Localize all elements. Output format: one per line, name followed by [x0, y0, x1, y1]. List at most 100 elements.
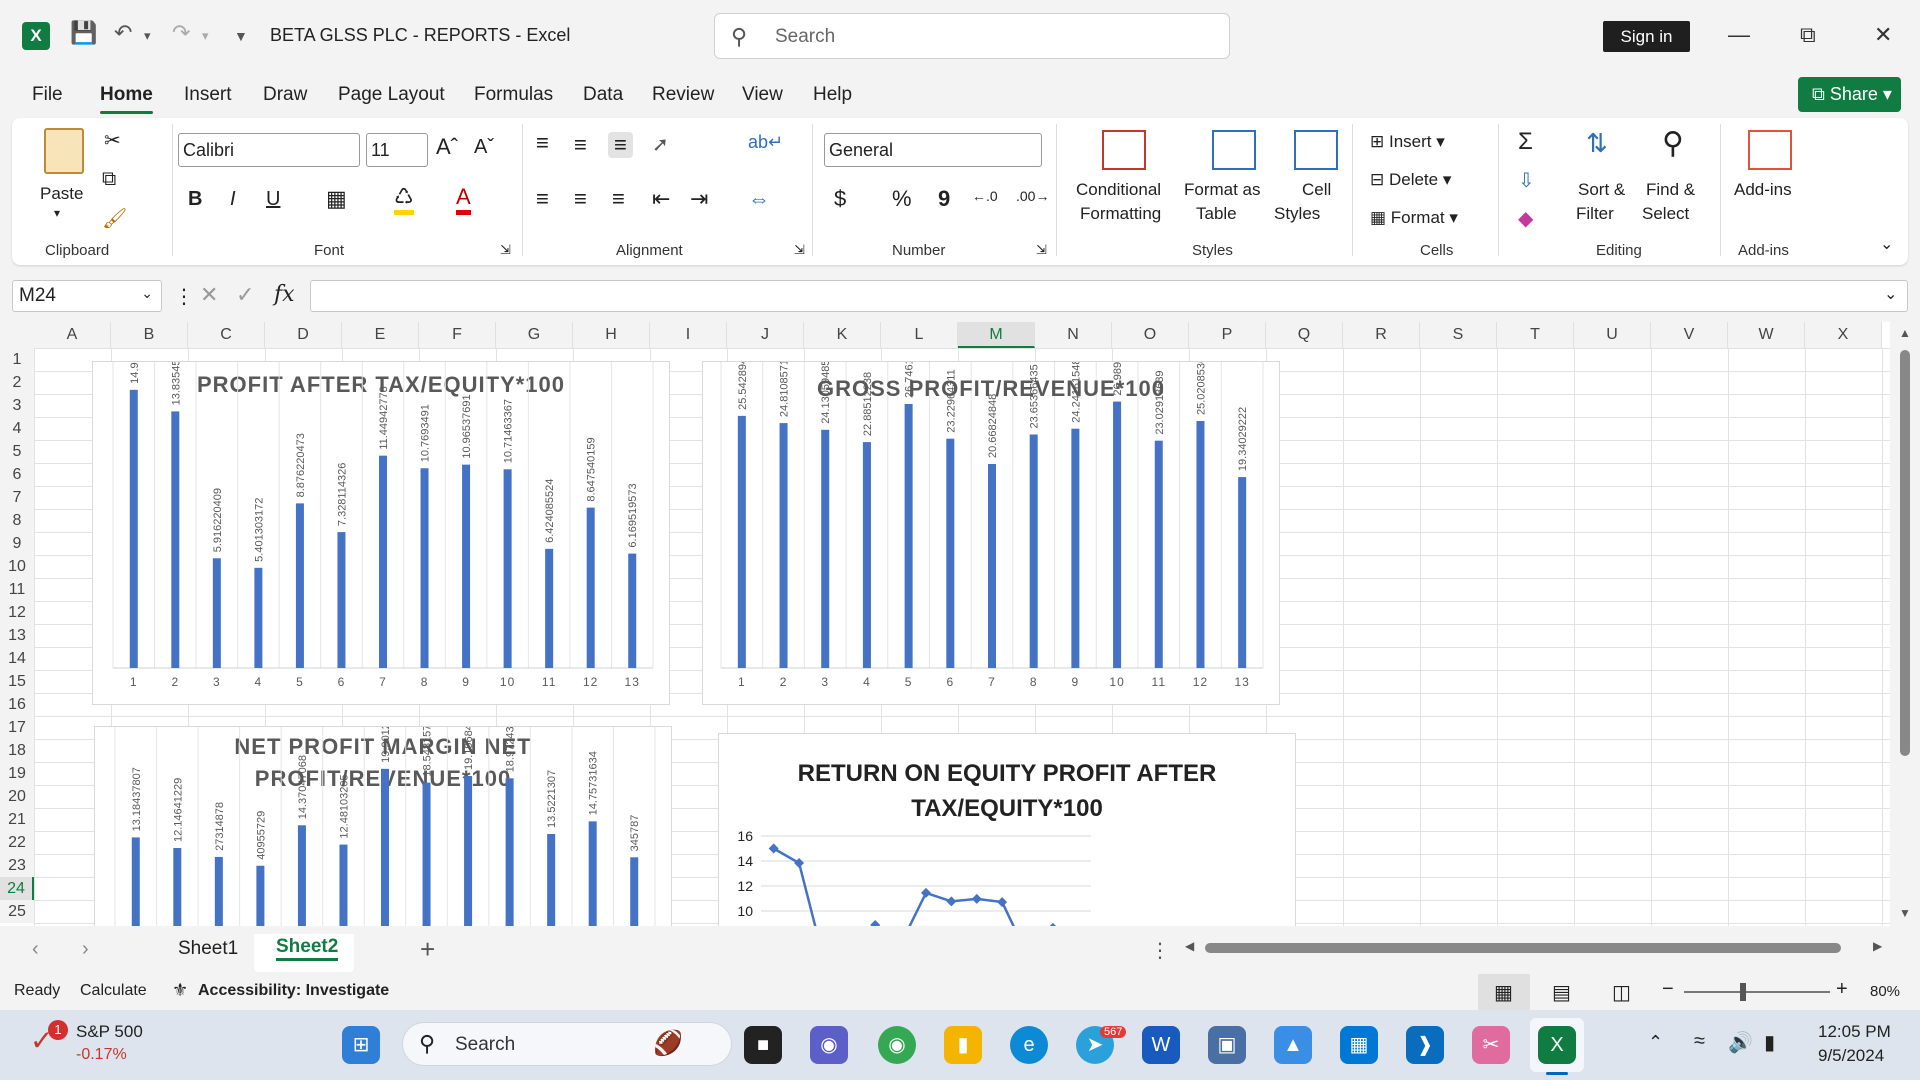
column-header[interactable]: F — [419, 322, 496, 348]
taskbar-search[interactable]: ⚲ Search 🏈 — [402, 1022, 732, 1066]
column-header[interactable]: X — [1805, 322, 1882, 348]
insert-cells-button[interactable]: ⊞ Insert ▾ — [1370, 132, 1445, 152]
row-header[interactable]: 10 — [0, 555, 34, 578]
volume-icon[interactable]: 🔊 — [1728, 1030, 1753, 1055]
prev-sheet-icon[interactable]: ‹ — [32, 938, 39, 961]
next-sheet-icon[interactable]: › — [82, 938, 89, 961]
collapse-ribbon-icon[interactable]: ⌄ — [1880, 234, 1893, 254]
bold-button[interactable]: B — [188, 188, 202, 211]
scroll-right-icon[interactable]: ▶ — [1873, 939, 1882, 953]
merge-center-icon[interactable]: ⇔ — [748, 186, 770, 212]
column-header[interactable]: T — [1497, 322, 1574, 348]
photos-icon[interactable]: ▲ — [1274, 1026, 1312, 1064]
tab-draw[interactable]: Draw — [263, 84, 307, 106]
insert-function-button[interactable]: fx — [274, 282, 295, 307]
column-header[interactable]: Q — [1266, 322, 1343, 348]
currency-button[interactable]: $ — [834, 186, 846, 212]
format-as-table-label-1[interactable]: Format as — [1184, 180, 1261, 200]
row-header[interactable]: 6 — [0, 463, 34, 486]
row-header[interactable]: 25 — [0, 900, 34, 923]
column-header[interactable]: W — [1728, 322, 1805, 348]
customize-toolbar-icon[interactable]: ▼ — [234, 28, 248, 44]
teams-icon[interactable]: ◉ — [810, 1026, 848, 1064]
row-header[interactable]: 15 — [0, 670, 34, 693]
column-header[interactable]: N — [1035, 322, 1112, 348]
sort-filter-icon[interactable]: ⇅ — [1586, 128, 1608, 159]
name-box-dropdown-icon[interactable]: ⌄ — [141, 285, 153, 302]
alignment-dialog-launcher-icon[interactable]: ⇲ — [794, 242, 805, 258]
column-header[interactable]: C — [188, 322, 265, 348]
status-calculate[interactable]: Calculate — [80, 982, 147, 1000]
row-header[interactable]: 5 — [0, 440, 34, 463]
normal-view-icon[interactable]: ▦ — [1494, 980, 1513, 1005]
column-header[interactable]: V — [1651, 322, 1728, 348]
fill-icon[interactable]: ⇩ — [1518, 168, 1535, 193]
decrease-decimal-icon[interactable]: .00→ — [1016, 188, 1049, 204]
confirm-entry-icon[interactable]: ✓ — [236, 282, 254, 308]
row-header[interactable]: 14 — [0, 647, 34, 670]
borders-icon[interactable]: ▦ — [326, 186, 347, 212]
clear-icon[interactable]: ◆ — [1518, 206, 1533, 231]
cell-styles-icon[interactable] — [1294, 130, 1338, 170]
align-center-icon[interactable]: ≡ — [574, 186, 587, 212]
row-header[interactable]: 11 — [0, 578, 34, 601]
undo-icon[interactable]: ↶ — [114, 20, 132, 46]
snipping-tool-icon[interactable]: ✂ — [1472, 1026, 1510, 1064]
align-right-icon[interactable]: ≡ — [612, 186, 625, 212]
sheet-options-icon[interactable]: ⋮ — [1150, 938, 1170, 963]
column-header[interactable]: J — [727, 322, 804, 348]
row-header[interactable]: 18 — [0, 739, 34, 762]
bottom-align-icon[interactable]: ≡ — [608, 132, 633, 158]
chart-gross-profit[interactable]: 25.54289469 1 24.81085714 2 24.13059485 3 22.8… — [702, 361, 1280, 705]
row-header[interactable]: 20 — [0, 785, 34, 808]
tab-data[interactable]: Data — [583, 84, 623, 106]
font-name-combo[interactable]: Calibri — [178, 133, 360, 167]
format-cells-button[interactable]: ▦ Format ▾ — [1370, 208, 1458, 228]
add-ins-button[interactable]: Add-ins — [1734, 180, 1792, 200]
column-header[interactable]: B — [111, 322, 188, 348]
zoom-slider[interactable] — [1684, 991, 1830, 993]
more-options-icon[interactable]: ⋮ — [174, 284, 194, 309]
row-header[interactable]: 24 — [0, 877, 34, 900]
scroll-up-icon[interactable]: ▲ — [1899, 326, 1911, 340]
add-ins-icon[interactable] — [1748, 130, 1792, 170]
select-all-corner[interactable] — [0, 322, 34, 348]
column-header[interactable]: G — [496, 322, 573, 348]
zoom-slider-thumb[interactable] — [1740, 983, 1746, 1001]
decrease-indent-icon[interactable]: ⇤ — [652, 186, 670, 212]
clock-date[interactable]: 9/5/2024 — [1818, 1046, 1884, 1066]
tab-formulas[interactable]: Formulas — [474, 84, 553, 106]
row-header[interactable]: 7 — [0, 486, 34, 509]
redo-dropdown-icon[interactable]: ▾ — [202, 28, 209, 44]
row-header[interactable]: 3 — [0, 394, 34, 417]
font-size-combo[interactable]: 11 — [366, 133, 428, 167]
middle-align-icon[interactable]: ≡ — [574, 132, 587, 158]
cancel-entry-icon[interactable]: ✕ — [200, 282, 218, 308]
show-hidden-icons[interactable]: ⌃ — [1648, 1032, 1663, 1053]
tab-insert[interactable]: Insert — [184, 84, 232, 106]
column-header[interactable]: A — [34, 322, 111, 348]
find-select-label-2[interactable]: Select — [1642, 204, 1689, 224]
accessibility-status[interactable]: Accessibility: Investigate — [198, 982, 389, 1000]
column-header[interactable]: E — [342, 322, 419, 348]
row-header[interactable]: 22 — [0, 831, 34, 854]
zoom-level[interactable]: 80% — [1870, 983, 1900, 1000]
tab-page-layout[interactable]: Page Layout — [338, 84, 445, 106]
remote-desktop-icon[interactable]: ▣ — [1208, 1026, 1246, 1064]
store-icon[interactable]: ▦ — [1340, 1026, 1378, 1064]
excel-taskbar-icon[interactable]: X — [1538, 1026, 1576, 1064]
row-header[interactable]: 8 — [0, 509, 34, 532]
top-align-icon[interactable]: ≡ — [536, 130, 549, 156]
column-header[interactable]: P — [1189, 322, 1266, 348]
cell-styles-label-2[interactable]: Styles — [1274, 204, 1320, 224]
orientation-icon[interactable]: ➚ — [652, 132, 669, 157]
page-layout-view-icon[interactable]: ▤ — [1552, 980, 1571, 1005]
scroll-down-icon[interactable]: ▼ — [1899, 906, 1911, 920]
row-header[interactable]: 21 — [0, 808, 34, 831]
vscode-icon[interactable]: ❱ — [1406, 1026, 1444, 1064]
vertical-scrollbar[interactable]: ▲ ▼ — [1890, 322, 1920, 926]
formula-input[interactable] — [310, 280, 1908, 312]
row-header[interactable]: 17 — [0, 716, 34, 739]
accessibility-icon[interactable]: ⚜ — [172, 980, 188, 1001]
restore-icon[interactable]: ⧉ — [1800, 22, 1816, 48]
